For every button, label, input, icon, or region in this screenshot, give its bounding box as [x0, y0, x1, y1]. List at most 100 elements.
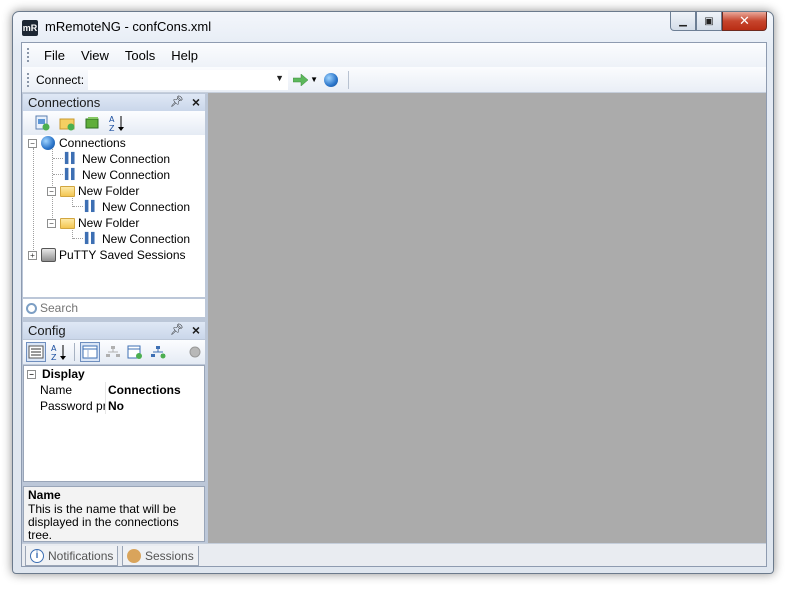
tree-node-label: New Connection: [82, 168, 171, 182]
search-input[interactable]: [40, 301, 190, 315]
collapse-icon[interactable]: −: [47, 218, 56, 228]
connections-tree[interactable]: − Connections ▌▌ New Connection ▌▌ New C…: [23, 135, 205, 297]
menu-help[interactable]: Help: [163, 46, 206, 65]
close-button[interactable]: ✕: [722, 12, 767, 31]
expand-icon[interactable]: +: [28, 250, 37, 260]
tab-notifications[interactable]: i Notifications: [25, 546, 119, 566]
svg-text:A: A: [109, 115, 115, 124]
close-icon: ✕: [739, 13, 750, 28]
maximize-icon: ▣: [704, 15, 714, 27]
property-grid[interactable]: − Display Name Connections Password prot…: [23, 365, 205, 482]
property-row[interactable]: Password protect No: [24, 398, 204, 414]
property-category-label: Display: [42, 367, 85, 381]
view-button[interactable]: [83, 114, 101, 132]
menu-file[interactable]: File: [36, 46, 73, 65]
categorized-icon: [28, 345, 44, 359]
tree-node-connection[interactable]: ▌▌ New Connection: [83, 199, 190, 215]
tree-node-label: New Connection: [102, 232, 191, 246]
tree-node-putty[interactable]: + PuTTY Saved Sessions: [28, 247, 186, 263]
tree-node-folder[interactable]: − New Folder: [47, 215, 139, 231]
sort-az-icon: AZ: [51, 344, 66, 361]
tree-node-label: Connections: [59, 136, 126, 150]
screens-icon: [85, 117, 99, 129]
tree-node-label: PuTTY Saved Sessions: [59, 248, 186, 262]
property-category[interactable]: − Display: [24, 366, 204, 382]
putty-icon: [40, 248, 56, 262]
tree-node-label: New Connection: [102, 200, 191, 214]
title-bar[interactable]: mR mRemoteNG - confCons.xml ▁ ▣ ✕: [13, 12, 773, 42]
connections-toolbar: AZ: [23, 111, 205, 135]
protocol-dropdown-button[interactable]: ▼: [310, 71, 318, 89]
inheritance-icon: [105, 346, 120, 357]
connect-label: Connect:: [36, 72, 85, 87]
connections-panel-header[interactable]: Connections 📌︎ ×: [23, 94, 205, 111]
properties-icon: [82, 345, 98, 359]
alphabetical-button[interactable]: AZ: [49, 342, 69, 362]
toolbar-grip-icon[interactable]: [27, 72, 30, 87]
tree-guide: [73, 206, 83, 207]
tree-node-label: New Folder: [78, 184, 140, 198]
mremoteng-app-icon[interactable]: mR: [22, 20, 38, 36]
tree-guide: [33, 148, 34, 260]
config-panel-title: Config: [28, 323, 66, 338]
connect-go-button[interactable]: [292, 71, 310, 89]
collapse-icon[interactable]: −: [27, 369, 36, 379]
menu-bar: File View Tools Help: [22, 43, 766, 67]
connect-combo[interactable]: ▼: [88, 69, 289, 90]
tab-label: Notifications: [48, 548, 114, 563]
svg-text:Z: Z: [51, 353, 57, 361]
tree-guide: [73, 238, 83, 239]
tree-node-connection[interactable]: ▌▌ New Connection: [63, 151, 170, 167]
menu-view[interactable]: View: [73, 46, 117, 65]
tree-node-connection[interactable]: ▌▌ New Connection: [63, 167, 170, 183]
globe-button[interactable]: [322, 71, 340, 89]
quick-connect-toolbar: Connect: ▼ ▼: [22, 67, 766, 93]
properties-button[interactable]: [79, 342, 100, 362]
minimize-button[interactable]: ▁: [670, 12, 696, 31]
new-folder-button[interactable]: [58, 114, 76, 132]
tree-node-root[interactable]: − Connections: [28, 135, 126, 151]
tree-node-label: New Folder: [78, 216, 140, 230]
inheritance-button[interactable]: [103, 342, 123, 362]
close-icon[interactable]: ×: [192, 94, 200, 111]
connection-icon: ▌▌: [64, 153, 78, 164]
search-box[interactable]: [23, 299, 205, 317]
sort-button[interactable]: AZ: [108, 114, 126, 132]
tree-guide: [53, 158, 63, 159]
pin-icon[interactable]: 📌︎: [170, 322, 184, 339]
maximize-button[interactable]: ▣: [696, 12, 722, 31]
host-status-button[interactable]: [185, 342, 205, 362]
new-connection-icon: [35, 115, 50, 131]
menu-grip-icon[interactable]: [27, 48, 30, 62]
document-area: [208, 93, 766, 543]
info-icon: i: [30, 548, 44, 563]
categorized-button[interactable]: [26, 342, 46, 362]
connection-icon: ▌▌: [64, 169, 78, 180]
default-inheritance-button[interactable]: [148, 342, 168, 362]
property-row[interactable]: Name Connections: [24, 382, 204, 398]
tree-node-connection[interactable]: ▌▌ New Connection: [83, 231, 190, 247]
connect-input[interactable]: [89, 70, 270, 89]
menu-tools[interactable]: Tools: [117, 46, 163, 65]
tree-node-folder[interactable]: − New Folder: [47, 183, 139, 199]
collapse-icon[interactable]: −: [28, 138, 37, 148]
collapse-icon[interactable]: −: [47, 186, 56, 196]
property-value[interactable]: Connections: [106, 382, 181, 398]
chevron-down-icon[interactable]: ▼: [275, 73, 284, 83]
svg-text:A: A: [51, 344, 57, 353]
window-title: mRemoteNG - confCons.xml: [45, 19, 212, 34]
property-name: Name: [24, 382, 106, 398]
connection-icon: ▌▌: [84, 233, 98, 244]
property-value[interactable]: No: [106, 398, 124, 414]
main-window: mR mRemoteNG - confCons.xml ▁ ▣ ✕ File V…: [12, 11, 774, 574]
default-properties-button[interactable]: [125, 342, 145, 362]
new-connection-button[interactable]: [33, 114, 51, 132]
property-name: Password protect: [24, 398, 106, 414]
close-icon[interactable]: ×: [192, 322, 200, 339]
pin-icon[interactable]: 📌︎: [170, 94, 184, 111]
config-panel-header[interactable]: Config 📌︎ ×: [23, 322, 205, 339]
users-icon: [127, 548, 141, 563]
tab-sessions[interactable]: Sessions: [122, 546, 199, 566]
caption-buttons: ▁ ▣ ✕: [670, 12, 767, 32]
property-help-box: Name This is the name that will be displ…: [23, 486, 205, 542]
